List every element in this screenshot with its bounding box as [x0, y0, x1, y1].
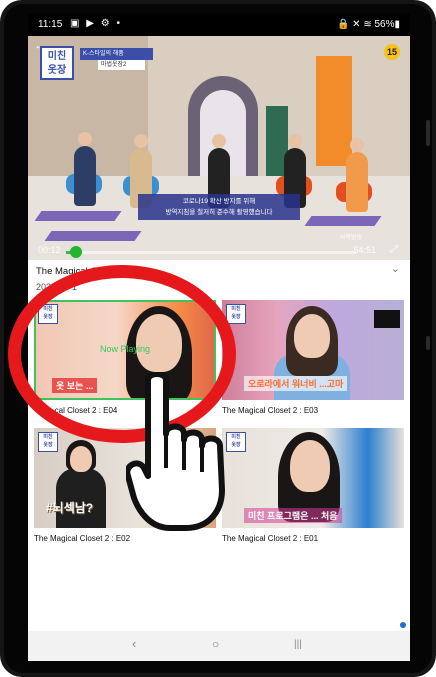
- system-nav-bar: ‹ ○ |||: [28, 631, 410, 661]
- subtitle-line: 방역지침을 철저히 준수해 촬영했습니다: [165, 209, 273, 216]
- seek-bar[interactable]: [66, 251, 356, 254]
- current-time: 00:12: [38, 245, 61, 255]
- episode-label-e02[interactable]: The Magical Closet 2 : E02: [34, 534, 130, 543]
- program-banner-sub: 마법옷장2: [98, 60, 145, 70]
- subtitle-line: 코로나19 확산 방지를 위해: [182, 198, 256, 205]
- age-rating-badge: 15: [384, 44, 400, 60]
- seek-thumb[interactable]: [70, 246, 82, 258]
- nav-recents-icon[interactable]: |||: [294, 639, 302, 650]
- video-player[interactable]: ← 미친 옷장 K-스타일의 해품 마법옷장2 15 코로나19 확산 방지를 …: [28, 36, 410, 260]
- nav-back-icon[interactable]: ‹: [132, 636, 136, 651]
- cast-head: [212, 134, 226, 148]
- episode-label-e03[interactable]: The Magical Closet 2 : E03: [222, 406, 318, 415]
- cast-member: [74, 146, 96, 206]
- thumbnail-caption: 미친 프로그램은 ... 처음: [244, 508, 342, 523]
- volume-button: [426, 120, 430, 146]
- floor-stripe: [44, 231, 142, 241]
- set-orange-panel: [316, 56, 352, 166]
- cast-head: [288, 134, 302, 148]
- thumbnail-caption: 오로라에서 워너비 ...고마: [244, 376, 348, 391]
- episode-thumbnail-e01[interactable]: 미친 옷장 미친 프로그램은 ... 처음: [222, 428, 404, 528]
- tap-hand-icon: [126, 372, 225, 531]
- floor-stripe: [304, 216, 382, 226]
- thumbnail-face: [294, 314, 330, 358]
- video-subtitle: 코로나19 확산 방지를 위해 방역지침을 철저히 준수해 촬영했습니다: [138, 194, 300, 220]
- status-time: 11:15: [38, 19, 63, 30]
- floating-indicator: [400, 622, 406, 628]
- cast-head: [78, 132, 92, 146]
- channel-badge: [374, 310, 400, 328]
- show-mini-logo: 미친 옷장: [226, 304, 246, 324]
- notification-icons: ▣ ▶ ⚙ •: [70, 18, 122, 29]
- tablet-frame: 11:15 ▣ ▶ ⚙ • 🔒 ✕ ≋ 56%▮ ← 미친 옷장 K-스타일의 …: [0, 0, 436, 677]
- status-bar: 11:15 ▣ ▶ ⚙ • 🔒 ✕ ≋ 56%▮: [28, 14, 410, 36]
- nav-home-icon[interactable]: ○: [212, 637, 219, 651]
- system-icons: 🔒 ✕ ≋ 56%▮: [336, 19, 400, 30]
- cast-head: [350, 138, 364, 152]
- fullscreen-icon[interactable]: ⤢: [390, 244, 398, 255]
- floor-stripe: [34, 211, 122, 221]
- total-time: 54:51: [353, 245, 376, 255]
- chevron-down-icon[interactable]: ⌄: [391, 262, 400, 275]
- thumbnail-face: [290, 440, 330, 492]
- program-banner: K-스타일의 해품: [80, 48, 153, 60]
- thumbnail-caption: #뇌섹남?: [46, 501, 94, 515]
- cast-member: [346, 152, 368, 212]
- cast-head: [134, 134, 148, 148]
- episode-label-e01[interactable]: The Magical Closet 2 : E01: [222, 534, 318, 543]
- show-logo: 미친 옷장: [40, 46, 74, 80]
- thumbnail-face: [70, 446, 92, 472]
- broadcast-label: 사적방송: [339, 235, 362, 241]
- show-mini-logo: 미친 옷장: [38, 432, 58, 452]
- power-button: [426, 336, 430, 350]
- episode-thumbnail-e03[interactable]: 미친 옷장 오로라에서 워너비 ...고마: [222, 300, 404, 400]
